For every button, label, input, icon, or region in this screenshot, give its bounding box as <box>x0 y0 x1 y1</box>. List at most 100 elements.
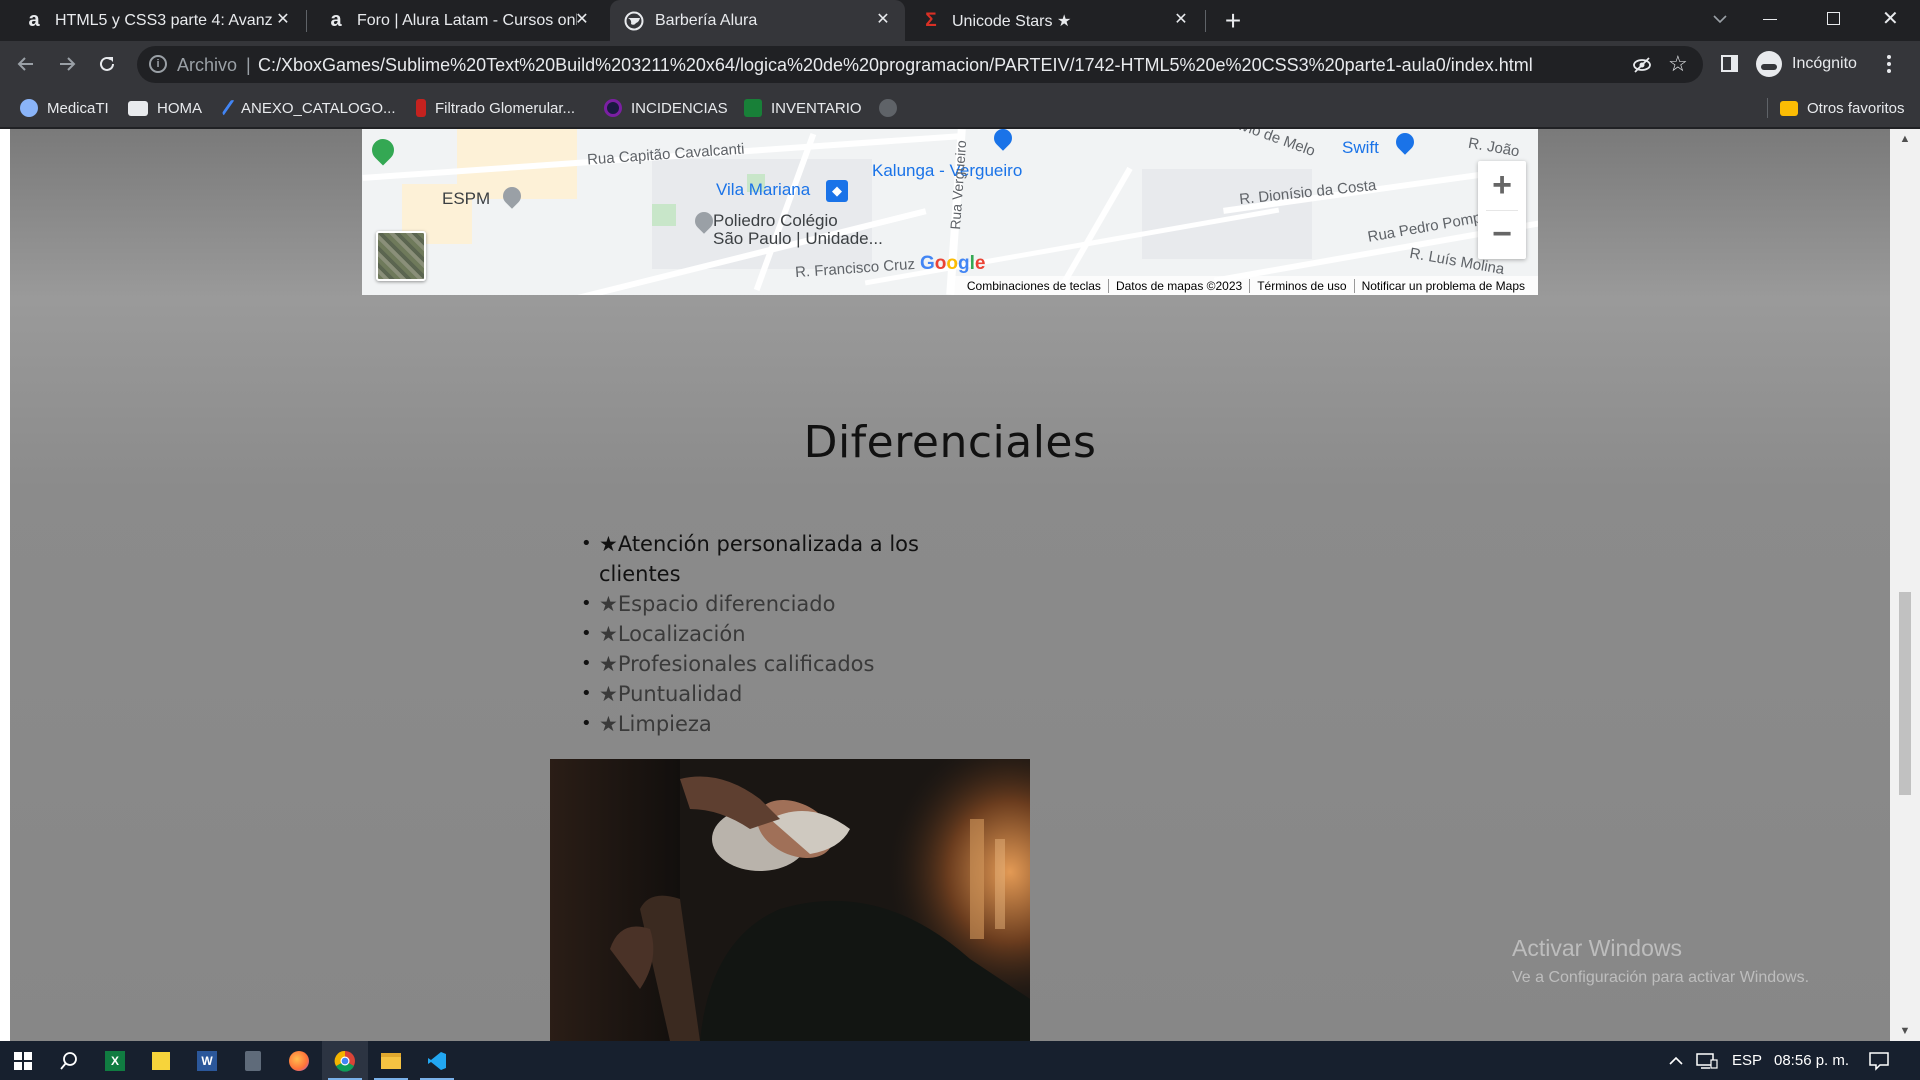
bookmark-anexo-catalogo[interactable]: ANEXO_CATALOGO... <box>221 88 396 128</box>
bookmark-incidencias[interactable]: INCIDENCIAS <box>604 88 728 128</box>
firefox-icon[interactable] <box>276 1041 322 1080</box>
shop-pin-icon <box>1392 129 1418 155</box>
bookmark-label: HOMA <box>157 99 202 117</box>
address-scheme: Archivo <box>177 55 238 75</box>
address-bar[interactable]: i Archivo | C:/XboxGames/Sublime%20Text%… <box>137 46 1703 83</box>
map-layer-toggle-button[interactable] <box>376 231 426 281</box>
word-icon[interactable]: W <box>184 1041 230 1080</box>
bookmark-unnamed[interactable] <box>879 88 906 128</box>
tab-barberia-alura[interactable]: Barbería Alura ✕ <box>610 0 905 41</box>
tab-search-chevron-icon[interactable] <box>1710 9 1730 29</box>
network-icon[interactable] <box>1696 1041 1718 1080</box>
site-info-icon[interactable]: i <box>149 55 167 73</box>
zoom-in-button[interactable]: + <box>1478 161 1526 210</box>
homa-icon <box>128 100 148 116</box>
metro-station-icon: ◆ <box>826 180 848 202</box>
start-button[interactable] <box>0 1041 46 1080</box>
list-item: ★Puntualidad <box>581 679 939 709</box>
excel-icon[interactable]: X <box>92 1041 138 1080</box>
eye-slash-icon[interactable] <box>1632 55 1652 75</box>
bookmark-star-icon[interactable]: ☆ <box>1668 53 1690 75</box>
close-tab-icon[interactable]: ✕ <box>873 10 893 30</box>
address-divider: | <box>246 55 251 75</box>
medicati-icon <box>20 99 38 117</box>
tab-foro-alura[interactable]: a Foro | Alura Latam - Cursos onlin ✕ <box>306 0 604 41</box>
side-panel-icon[interactable] <box>1721 55 1738 72</box>
map-place-label: Swift <box>1342 138 1379 157</box>
list-item: ★Atención personalizada a los clientes <box>581 529 939 589</box>
bookmark-medicati[interactable]: MedicaTI <box>20 88 109 128</box>
list-item: ★Limpieza <box>581 709 939 739</box>
close-tab-icon[interactable]: ✕ <box>1171 10 1191 30</box>
scroll-up-arrow-icon[interactable]: ▲ <box>1890 131 1920 147</box>
bookmark-filtrado-glomerular[interactable]: Filtrado Glomerular... <box>416 88 575 128</box>
bookmark-homa[interactable]: HOMA <box>128 88 202 128</box>
bookmark-label: INCIDENCIAS <box>631 99 728 117</box>
map-marker-icon[interactable] <box>367 134 399 166</box>
map-attribution: Combinaciones de teclas Datos de mapas ©… <box>953 276 1538 295</box>
search-icon[interactable] <box>46 1041 92 1080</box>
calculator-icon[interactable] <box>230 1041 276 1080</box>
close-window-icon[interactable]: ✕ <box>1882 6 1902 32</box>
new-tab-button[interactable]: + <box>1220 4 1246 38</box>
tab-title: HTML5 y CSS3 parte 4: Avanzand <box>55 11 273 29</box>
map-place-label: Vila Mariana <box>716 180 811 199</box>
address-url[interactable]: C:/XboxGames/Sublime%20Text%20Build%2032… <box>258 55 1533 76</box>
map-place-label: São Paulo | Unidade... <box>713 229 883 248</box>
bookmark-label: ANEXO_CATALOGO... <box>241 99 396 117</box>
tab-separator <box>1205 10 1206 32</box>
map-street-label: R. João <box>1466 134 1521 161</box>
map-road <box>1057 166 1133 292</box>
browser-toolbar: i Archivo | C:/XboxGames/Sublime%20Text%… <box>0 41 1920 88</box>
map-street-label: Rua Vergueiro <box>947 139 970 231</box>
viewport-left-edge <box>0 129 10 1041</box>
unicode-sigma-icon: Σ <box>925 9 937 31</box>
windows-taskbar: X W ESP 08:56 p. m. <box>0 1041 1920 1080</box>
tab-html5-css3[interactable]: a HTML5 y CSS3 parte 4: Avanzand ✕ <box>0 0 305 41</box>
list-item: ★Espacio diferenciado <box>581 589 939 619</box>
notifications-icon[interactable] <box>1868 1041 1890 1080</box>
map-place-label: Poliedro Colégio <box>713 211 838 230</box>
bookmark-otros-favoritos[interactable]: Otros favoritos <box>1780 88 1905 128</box>
tab-unicode-stars[interactable]: Σ Unicode Stars ★ ✕ <box>905 0 1203 41</box>
bookmark-label: INVENTARIO <box>771 99 862 117</box>
incognito-profile-button[interactable]: Incógnito <box>1756 47 1857 81</box>
close-tab-icon[interactable]: ✕ <box>572 10 592 30</box>
scroll-down-arrow-icon[interactable]: ▼ <box>1890 1023 1920 1039</box>
bookmark-inventario[interactable]: INVENTARIO <box>744 88 862 128</box>
sticky-notes-icon[interactable] <box>138 1041 184 1080</box>
language-indicator[interactable]: ESP <box>1732 1041 1762 1080</box>
map-report-problem-link[interactable]: Notificar un problema de Maps <box>1355 279 1532 293</box>
zoom-separator <box>1486 210 1518 211</box>
page-scrollbar[interactable]: ▲ ▼ <box>1890 129 1920 1041</box>
show-hidden-icons-chevron-icon[interactable] <box>1668 1041 1684 1080</box>
close-tab-icon[interactable]: ✕ <box>273 10 293 30</box>
folder-icon <box>1780 100 1798 116</box>
minimize-window-icon[interactable] <box>1763 19 1777 20</box>
alura-a-icon: a <box>330 9 342 31</box>
bookmarks-divider <box>1767 98 1768 118</box>
scrollbar-thumb[interactable] <box>1899 592 1911 795</box>
map-area <box>1142 169 1312 259</box>
menu-kebab-icon[interactable] <box>1886 53 1892 75</box>
chrome-icon[interactable] <box>322 1041 368 1080</box>
restore-window-icon[interactable] <box>1827 12 1840 25</box>
bookmark-label: MedicaTI <box>47 99 109 117</box>
incognito-label: Incógnito <box>1792 55 1857 72</box>
file-explorer-icon[interactable] <box>368 1041 414 1080</box>
map-terms-link[interactable]: Términos de uso <box>1250 278 1355 293</box>
map-street-label: avio de Melo <box>1231 129 1318 161</box>
forward-arrow-icon[interactable] <box>51 48 83 80</box>
reload-icon[interactable] <box>91 48 123 80</box>
map-keyboard-shortcuts-link[interactable]: Combinaciones de teclas <box>960 278 1109 293</box>
vscode-icon[interactable] <box>414 1041 460 1080</box>
tab-title: Unicode Stars ★ <box>952 12 1072 30</box>
inventario-icon <box>744 99 762 117</box>
embedded-map[interactable]: ◆ Rua Capitão Cavalcanti ESPM Vila Maria… <box>362 129 1538 295</box>
zoom-out-button[interactable]: − <box>1478 210 1526 259</box>
windows-activation-subtitle: Ve a Configuración para activar Windows. <box>1512 969 1810 986</box>
clock[interactable]: 08:56 p. m. <box>1774 1041 1849 1080</box>
list-item: ★Profesionales calificados <box>581 649 939 679</box>
anexo-icon <box>221 98 237 118</box>
back-arrow-icon[interactable] <box>10 48 42 80</box>
